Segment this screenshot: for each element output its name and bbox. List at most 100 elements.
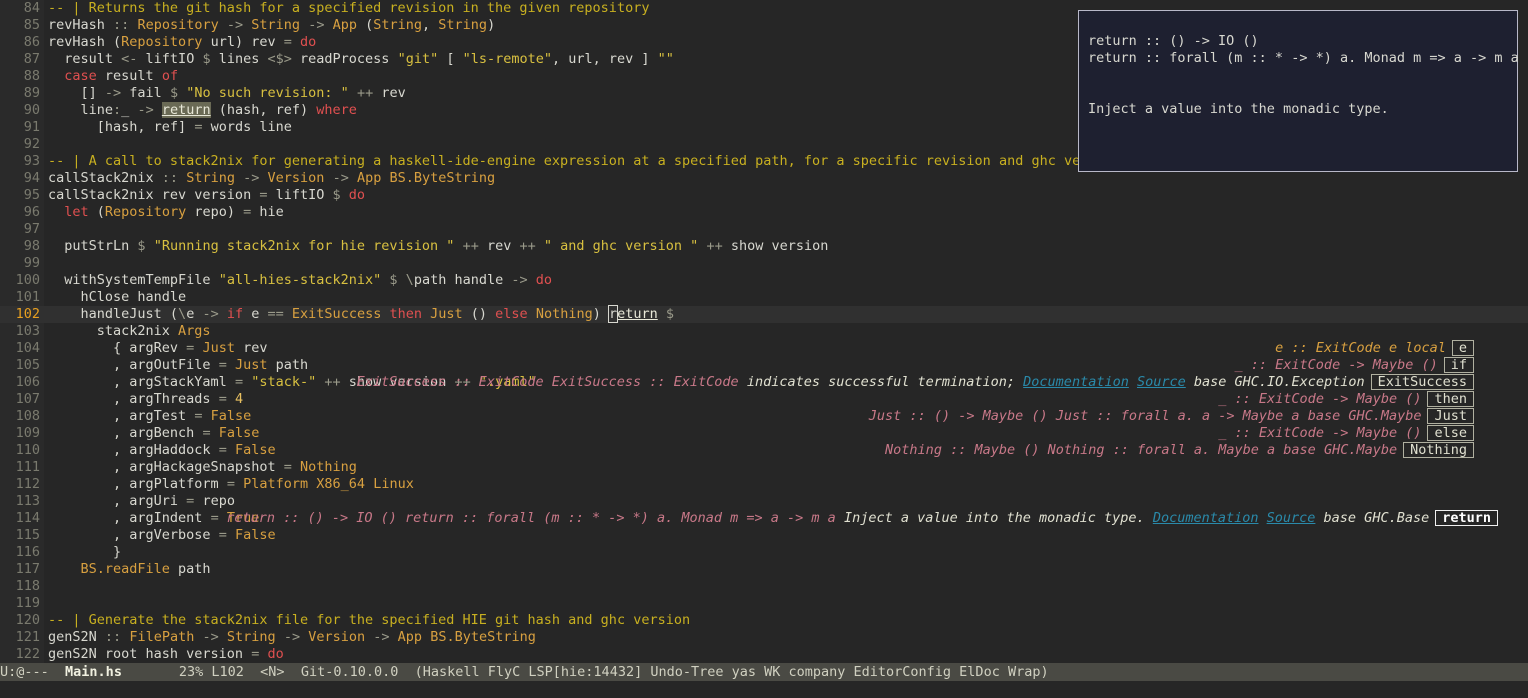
code-line[interactable]: 100 withSystemTempFile "all-hies-stack2n…	[0, 272, 1528, 289]
sideline-if: _ :: ExitCode -> Maybe () if	[1218, 340, 1474, 373]
line-number: 106	[15, 374, 40, 390]
line-text[interactable]: let (Repository repo) = hie	[48, 204, 284, 221]
line-number: 87	[23, 51, 40, 67]
line-text[interactable]: , argHackageSnapshot = Nothing	[48, 459, 357, 476]
line-number: 90	[23, 102, 40, 118]
code-line[interactable]: 122 genS2N root hash version = do	[0, 646, 1528, 663]
line-number: 86	[23, 34, 40, 50]
line-number: 93	[23, 153, 40, 169]
line-text[interactable]: withSystemTempFile "all-hies-stack2nix" …	[48, 272, 552, 289]
sideline-then: _ :: ExitCode -> Maybe () then	[1202, 374, 1474, 407]
echo-area	[0, 681, 1528, 698]
line-text[interactable]: , argTest = False	[48, 408, 251, 425]
line-text[interactable]: revHash :: Repository -> String -> App (…	[48, 17, 495, 34]
code-line[interactable]: 112 , argPlatform = Platform X86_64 Linu…	[0, 476, 1528, 493]
line-text[interactable]: handleJust (\e -> if e == ExitSuccess th…	[48, 305, 674, 323]
line-text[interactable]: , argBench = False	[48, 425, 259, 442]
line-number: 94	[23, 170, 40, 186]
cursor-position: 23% L102	[178, 664, 244, 680]
code-line[interactable]: 118	[0, 578, 1528, 595]
line-number: 92	[23, 136, 40, 152]
line-number: 114	[15, 510, 40, 526]
line-number: 95	[23, 187, 40, 203]
line-number: 113	[15, 493, 40, 509]
code-line[interactable]: 96 let (Repository repo) = hie	[0, 204, 1528, 221]
code-line[interactable]: 116 }	[0, 544, 1528, 561]
line-text[interactable]: , argOutFile = Just path	[48, 357, 308, 374]
code-line[interactable]: 98 putStrLn $ "Running stack2nix for hie…	[0, 238, 1528, 255]
line-text[interactable]: case result of	[48, 68, 178, 85]
line-number: 122	[15, 646, 40, 662]
popup-documentation: Inject a value into the monadic type.	[1088, 101, 1389, 117]
line-text[interactable]: [hash, ref] = words line	[48, 119, 292, 136]
line-text[interactable]: }	[48, 544, 121, 561]
line-text[interactable]: line:_ -> return (hash, ref) where	[48, 102, 357, 119]
evil-state: <N>	[260, 664, 285, 680]
line-number: 88	[23, 68, 40, 84]
line-text[interactable]: , argVerbose = False	[48, 527, 276, 544]
line-number: 101	[15, 289, 40, 305]
line-text[interactable]: callStack2nix rev version = liftIO $ do	[48, 187, 365, 204]
line-number: 91	[23, 119, 40, 135]
sideline-else: _ :: ExitCode -> Maybe () else	[1202, 408, 1474, 441]
git-branch[interactable]: Git-0.10.0.0	[301, 664, 399, 680]
lsp-doc-popup[interactable]: return :: () -> IO () return :: forall (…	[1078, 10, 1519, 172]
line-text[interactable]: genS2N :: FilePath -> String -> Version …	[48, 629, 536, 646]
popup-signature: return :: forall (m :: * -> *) a. Monad …	[1088, 50, 1519, 66]
code-line[interactable]: 101 hClose handle	[0, 289, 1528, 306]
line-number: 111	[15, 459, 40, 475]
line-number: 120	[15, 612, 40, 628]
code-line[interactable]: 94 callStack2nix :: String -> Version -> …	[0, 170, 1528, 187]
line-number: 84	[23, 0, 40, 16]
code-line[interactable]: 117 BS.readFile path	[0, 561, 1528, 578]
line-text[interactable]: hClose handle	[48, 289, 187, 306]
line-text[interactable]: revHash (Repository url) rev = do	[48, 34, 316, 51]
line-number: 119	[15, 595, 40, 611]
sideline-return: return :: () -> IO () return :: forall (…	[210, 493, 1498, 526]
source-link[interactable]: Source	[1267, 510, 1316, 526]
line-text[interactable]: , argPlatform = Platform X86_64 Linux	[48, 476, 414, 493]
code-line[interactable]: 102 handleJust (\e -> if e == ExitSucces…	[0, 305, 1528, 323]
line-text[interactable]: -- | Returns the git hash for a specifie…	[48, 0, 649, 17]
line-number: 115	[15, 527, 40, 543]
code-line[interactable]: 99	[0, 255, 1528, 272]
source-link[interactable]: Source	[1137, 374, 1186, 390]
mode-line: U:@--- Main.hs 23% L102 <N> Git-0.10.0.0…	[0, 663, 1528, 681]
code-line[interactable]: 95 callStack2nix rev version = liftIO $ d…	[0, 187, 1528, 204]
code-line[interactable]: 97	[0, 221, 1528, 238]
buffer-name[interactable]: Main.hs	[65, 664, 122, 680]
minor-modes[interactable]: (Haskell FlyC LSP[hie:14432] Undo-Tree y…	[415, 664, 1049, 680]
line-number: 103	[15, 323, 40, 339]
line-text[interactable]: genS2N root hash version = do	[48, 646, 284, 663]
line-text[interactable]: result <- liftIO $ lines <$> readProcess…	[48, 51, 674, 68]
line-text[interactable]: , argHaddock = False	[48, 442, 276, 459]
code-line[interactable]: 119	[0, 595, 1528, 612]
line-number: 108	[15, 408, 40, 424]
sideline-just: Just :: () -> Maybe () Just :: forall a.…	[853, 391, 1474, 424]
code-line[interactable]: 115 , argVerbose = False	[0, 527, 1528, 544]
line-number: 112	[15, 476, 40, 492]
line-text[interactable]: putStrLn $ "Running stack2nix for hie re…	[48, 238, 828, 255]
code-line[interactable]: 121 genS2N :: FilePath -> String -> Versi…	[0, 629, 1528, 646]
code-line[interactable]: 111 , argHackageSnapshot = Nothing	[0, 459, 1528, 476]
line-number: 110	[15, 442, 40, 458]
line-text[interactable]: { argRev = Just rev	[48, 340, 267, 357]
documentation-link[interactable]: Documentation	[1153, 510, 1259, 526]
line-text[interactable]: -- | Generate the stack2nix file for the…	[48, 612, 690, 629]
line-text[interactable]: -- | A call to stack2nix for generating …	[48, 153, 1096, 170]
line-number: 89	[23, 85, 40, 101]
line-text[interactable]: BS.readFile path	[48, 561, 211, 578]
documentation-link[interactable]: Documentation	[1023, 374, 1129, 390]
line-number: 100	[15, 272, 40, 288]
line-number: 98	[23, 238, 40, 254]
line-text[interactable]: [] -> fail $ "No such revision: " ++ rev	[48, 85, 406, 102]
sideline-e: e :: ExitCode e local e	[1259, 323, 1474, 356]
buffer-state: U:@---	[0, 664, 49, 680]
code-line[interactable]: 120 -- | Generate the stack2nix file for …	[0, 612, 1528, 629]
line-text[interactable]: , argUri = repo	[48, 493, 235, 510]
line-text[interactable]: , argThreads = 4	[48, 391, 243, 408]
line-number: 116	[15, 544, 40, 560]
line-number: 109	[15, 425, 40, 441]
line-text[interactable]: stack2nix Args	[48, 323, 211, 340]
line-text[interactable]: callStack2nix :: String -> Version -> Ap…	[48, 170, 495, 187]
